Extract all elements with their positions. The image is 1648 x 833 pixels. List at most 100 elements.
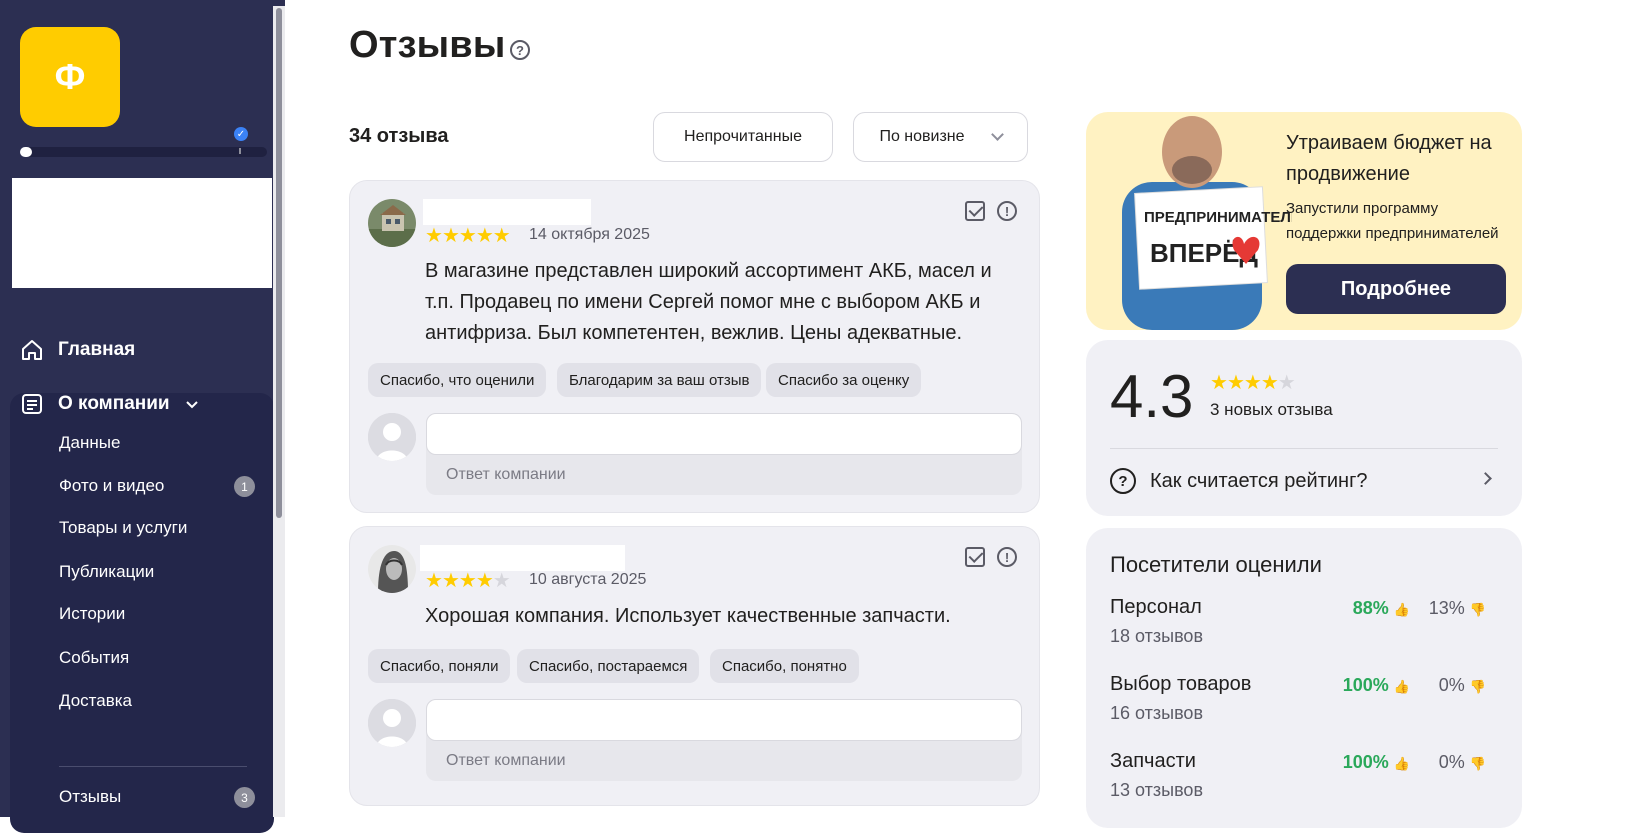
aspect-negative: 0% 👎 — [1438, 752, 1486, 772]
quick-reply-chip[interactable]: Спасибо, понятно — [710, 649, 859, 683]
sidebar-item-reviews[interactable]: Отзывы — [59, 787, 121, 807]
review-card: ★★★★★ 14 октября 2025 ! В магазине предс… — [349, 180, 1040, 513]
aspect-name: Запчасти — [1110, 750, 1196, 772]
promo-sign-text-1: ПРЕДПРИНИМАТЕЛИ, — [1144, 209, 1292, 226]
profile-progress-fill — [20, 147, 33, 157]
star-icon: ★ — [425, 570, 443, 592]
nav-home[interactable]: Главная — [20, 338, 135, 362]
sidebar-item-photo-video[interactable]: Фото и видео — [59, 476, 164, 496]
thumb-down-icon: 👎 — [1469, 602, 1486, 617]
company-info-block — [12, 178, 272, 288]
document-icon — [22, 394, 42, 414]
review-card: ★★★★★ 10 августа 2025 ! Хорошая компания… — [349, 526, 1040, 806]
thumb-up-icon: 👍 — [1393, 602, 1410, 617]
aspect-row[interactable]: Запчасти 13 отзывов 100% 👍 0% 👎 — [1110, 750, 1498, 810]
home-icon — [22, 340, 42, 360]
rating-value: 4.3 — [1110, 363, 1194, 430]
star-icon: ★ — [1210, 372, 1228, 394]
aspect-negative: 0% 👎 — [1438, 675, 1486, 695]
aspect-count: 16 отзывов — [1110, 703, 1204, 723]
visitors-rated-card: Посетители оценили Персонал 18 отзывов 8… — [1086, 528, 1522, 828]
star-icon: ★ — [458, 570, 477, 592]
star-icon: ★ — [492, 225, 511, 247]
aspect-positive: 88% 👍 — [1352, 598, 1410, 618]
promo-title: Утраиваем бюджет на продвижение — [1286, 132, 1492, 185]
aspect-positive: 100% 👍 — [1342, 752, 1410, 772]
aspect-name: Персонал — [1110, 596, 1202, 618]
reply-box: Ответ компании — [426, 413, 1022, 495]
exclamation-circle-icon[interactable]: ! — [997, 201, 1017, 221]
sidebar-divider — [59, 766, 247, 767]
scrollbar-thumb[interactable] — [276, 8, 282, 518]
star-icon: ★ — [475, 225, 494, 247]
star-icon: ★ — [492, 570, 511, 592]
reviewer-avatar[interactable] — [368, 199, 416, 247]
photo-badge: 1 — [234, 476, 255, 497]
reply-input[interactable] — [426, 413, 1022, 455]
reply-label: Ответ компании — [446, 466, 566, 483]
chevron-right-icon — [1479, 472, 1492, 485]
reviews-badge: 3 — [234, 787, 255, 808]
rating-card: 4.3 ★★★★★ 3 новых отзыва ? Как считается… — [1086, 340, 1522, 516]
aspect-row[interactable]: Выбор товаров 16 отзывов 100% 👍 0% 👎 — [1110, 673, 1498, 733]
reviewer-avatar[interactable] — [368, 545, 416, 593]
star-icon: ★ — [1226, 372, 1245, 394]
sidebar-item-delivery[interactable]: Доставка — [59, 691, 132, 711]
thumb-down-icon: 👎 — [1469, 679, 1486, 694]
review-text: В магазине представлен широкий ассортиме… — [425, 260, 992, 344]
review-text: Хорошая компания. Использует качественны… — [425, 605, 951, 627]
progress-marker — [239, 148, 241, 154]
sort-dropdown[interactable]: По новизне — [853, 112, 1028, 162]
nav-about[interactable]: О компании — [20, 392, 200, 416]
star-icon: ★ — [458, 225, 477, 247]
help-icon[interactable]: ? — [510, 40, 530, 60]
quick-reply-chip[interactable]: Благодарим за ваш отзыв — [557, 363, 762, 397]
sidebar: Ф ✓ Главная О компании Данные Фото и вид… — [0, 0, 274, 833]
aspect-count: 18 отзывов — [1110, 626, 1204, 646]
aspect-name: Выбор товаров — [1110, 673, 1252, 695]
reply-box: Ответ компании — [426, 699, 1022, 781]
quick-reply-chip[interactable]: Спасибо, поняли — [368, 649, 511, 683]
page-title: Отзывы — [349, 24, 506, 66]
reviewer-name[interactable] — [423, 199, 591, 225]
quick-reply-chip[interactable]: Спасибо, что оценили — [368, 363, 547, 397]
question-icon: ? — [1110, 468, 1136, 494]
sidebar-item-events[interactable]: События — [59, 648, 129, 668]
about-section — [10, 393, 274, 833]
quick-reply-chip[interactable]: Спасибо за оценку — [766, 363, 922, 397]
chevron-down-icon — [990, 128, 1004, 141]
sort-label: По новизне — [879, 128, 965, 145]
nav-about-label: О компании — [58, 393, 170, 414]
how-rating-label: Как считается рейтинг? — [1150, 469, 1368, 492]
check-square-icon[interactable] — [965, 547, 985, 567]
thumb-up-icon: 👍 — [1393, 756, 1410, 771]
profile-progress-bar — [20, 147, 267, 157]
exclamation-circle-icon[interactable]: ! — [997, 547, 1017, 567]
sidebar-item-data[interactable]: Данные — [59, 433, 120, 453]
reply-input[interactable] — [426, 699, 1022, 741]
check-square-icon[interactable] — [965, 201, 985, 221]
aspect-count: 13 отзывов — [1110, 780, 1204, 800]
sidebar-item-stories[interactable]: Истории — [59, 604, 125, 624]
sidebar-item-publications[interactable]: Публикации — [59, 562, 154, 582]
promo-banner[interactable]: ПРЕДПРИНИМАТЕЛИ, ВПЕРЁД Утраиваем бюджет… — [1086, 112, 1522, 330]
quick-reply-chip[interactable]: Спасибо, постараемся — [517, 649, 700, 683]
company-logo[interactable]: Ф — [20, 27, 120, 127]
promo-details-button[interactable]: Подробнее — [1286, 264, 1506, 314]
review-actions: ! — [965, 547, 1017, 567]
company-avatar — [368, 413, 416, 461]
promo-illustration: ПРЕДПРИНИМАТЕЛИ, ВПЕРЁД — [1122, 116, 1292, 330]
nav-home-label: Главная — [58, 339, 136, 360]
unread-filter-button[interactable]: Непрочитанные — [653, 112, 833, 162]
reviews-count: 34 отзыва — [349, 125, 449, 147]
verified-icon: ✓ — [234, 127, 248, 141]
sidebar-item-products[interactable]: Товары и услуги — [59, 518, 187, 538]
thumb-down-icon: 👎 — [1469, 756, 1486, 771]
review-date: 14 октября 2025 — [529, 226, 650, 243]
how-rating-calculated-link[interactable]: ? Как считается рейтинг? — [1110, 464, 1498, 498]
star-icon: ★ — [441, 225, 460, 247]
star-icon: ★ — [475, 570, 494, 592]
new-reviews-count: 3 новых отзыва — [1210, 400, 1333, 419]
review-date: 10 августа 2025 — [529, 571, 647, 588]
aspect-row[interactable]: Персонал 18 отзывов 88% 👍 13% 👎 — [1110, 596, 1498, 656]
